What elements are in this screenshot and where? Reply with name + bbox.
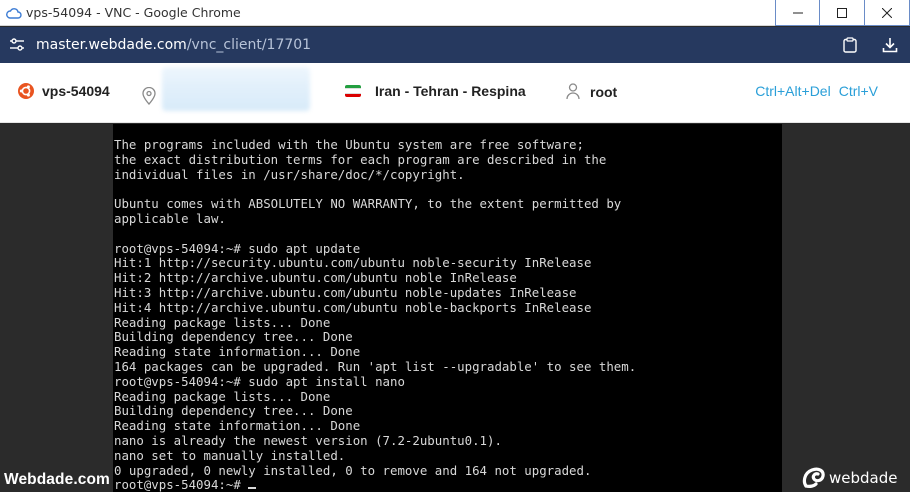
server-location: Iran - Tehran - Respina bbox=[345, 83, 526, 99]
minimize-icon bbox=[792, 12, 803, 13]
window-title: vps-54094 - VNC - Google Chrome bbox=[26, 5, 241, 20]
download-icon bbox=[882, 38, 898, 53]
terminal-line: nano is already the newest version (7.2-… bbox=[114, 432, 502, 448]
terminal-line: Building dependency tree... Done bbox=[114, 329, 353, 345]
terminal-line: the exact distribution terms for each pr… bbox=[114, 151, 607, 167]
window-controls bbox=[775, 0, 910, 26]
url-path: /vnc_client/17701 bbox=[186, 37, 312, 53]
terminal-line: Reading state information... Done bbox=[114, 344, 361, 360]
close-icon bbox=[882, 7, 892, 18]
ubuntu-logo-icon bbox=[18, 83, 34, 99]
terminal-line: root@vps-54094:~# sudo apt install nano bbox=[114, 373, 405, 389]
close-button[interactable] bbox=[865, 0, 910, 26]
terminal-line: Reading state information... Done bbox=[114, 418, 361, 434]
terminal-line: applicable law. bbox=[114, 210, 226, 226]
terminal-line: Reading package lists... Done bbox=[114, 388, 331, 404]
terminal-line: Building dependency tree... Done bbox=[114, 403, 353, 419]
hostname-label: vps-54094 bbox=[42, 83, 110, 99]
clipboard-button[interactable] bbox=[830, 27, 870, 63]
keyboard-actions: Ctrl+Alt+Del Ctrl+V bbox=[755, 83, 878, 99]
address-bar[interactable]: master.webdade.com/vnc_client/17701 bbox=[0, 27, 910, 63]
terminal-line: Hit:1 http://security.ubuntu.com/ubuntu … bbox=[114, 255, 592, 271]
download-button[interactable] bbox=[870, 27, 910, 63]
terminal-line: Hit:3 http://archive.ubuntu.com/ubuntu n… bbox=[114, 284, 577, 300]
terminal-line: Hit:4 http://archive.ubuntu.com/ubuntu n… bbox=[114, 299, 592, 315]
ctrl-v-button[interactable]: Ctrl+V bbox=[839, 83, 878, 99]
location-label: Iran - Tehran - Respina bbox=[375, 83, 526, 99]
maximize-button[interactable] bbox=[820, 0, 865, 26]
webdade-logo-icon bbox=[802, 467, 826, 489]
terminal-prompt: root@vps-54094:~# bbox=[114, 477, 249, 492]
terminal-line: The programs included with the Ubuntu sy… bbox=[114, 137, 584, 152]
terminal-line: nano set to manually installed. bbox=[114, 447, 346, 463]
address-bar-actions bbox=[830, 27, 910, 63]
watermark-right: webdade bbox=[802, 467, 897, 489]
terminal-prompt-line: root@vps-54094:~# bbox=[114, 477, 782, 492]
vnc-toolbar: vps-54094 Iran - Tehran - Respina root C… bbox=[0, 63, 910, 123]
watermark-right-text: webdade bbox=[829, 469, 898, 487]
window-titlebar: vps-54094 - VNC - Google Chrome bbox=[0, 0, 910, 26]
terminal-line: Hit:2 http://archive.ubuntu.com/ubuntu n… bbox=[114, 270, 517, 286]
terminal-line: 0 upgraded, 0 newly installed, 0 to remo… bbox=[114, 462, 592, 478]
cloud-icon bbox=[6, 5, 22, 21]
watermark-left: Webdade.com bbox=[4, 471, 110, 488]
user-icon bbox=[566, 83, 580, 100]
server-hostname: vps-54094 bbox=[18, 83, 110, 99]
terminal-line: 164 packages can be upgraded. Run 'apt l… bbox=[114, 358, 637, 374]
vnc-terminal[interactable]: The programs included with the Ubuntu sy… bbox=[113, 124, 782, 492]
terminal-cursor bbox=[248, 487, 257, 490]
terminal-line: individual files in /usr/share/doc/*/cop… bbox=[114, 166, 465, 182]
maximize-icon bbox=[837, 7, 847, 18]
url-text[interactable]: master.webdade.com/vnc_client/17701 bbox=[36, 37, 311, 53]
iran-flag-icon bbox=[345, 85, 361, 97]
ip-redacted bbox=[162, 67, 310, 111]
url-host: master.webdade.com bbox=[36, 37, 187, 53]
user-label: root bbox=[590, 83, 618, 100]
terminal-line: Ubuntu comes with ABSOLUTELY NO WARRANTY… bbox=[114, 196, 622, 212]
terminal-line: Reading package lists... Done bbox=[114, 314, 331, 330]
server-user: root bbox=[566, 83, 617, 100]
site-settings-icon[interactable] bbox=[6, 34, 28, 56]
terminal-line: root@vps-54094:~# sudo apt update bbox=[114, 240, 361, 256]
vnc-viewport: The programs included with the Ubuntu sy… bbox=[0, 124, 910, 492]
minimize-button[interactable] bbox=[775, 0, 820, 26]
location-pin-icon bbox=[142, 87, 156, 105]
server-ip bbox=[142, 67, 310, 111]
ctrl-alt-del-button[interactable]: Ctrl+Alt+Del bbox=[755, 83, 830, 99]
clipboard-icon bbox=[843, 37, 857, 53]
